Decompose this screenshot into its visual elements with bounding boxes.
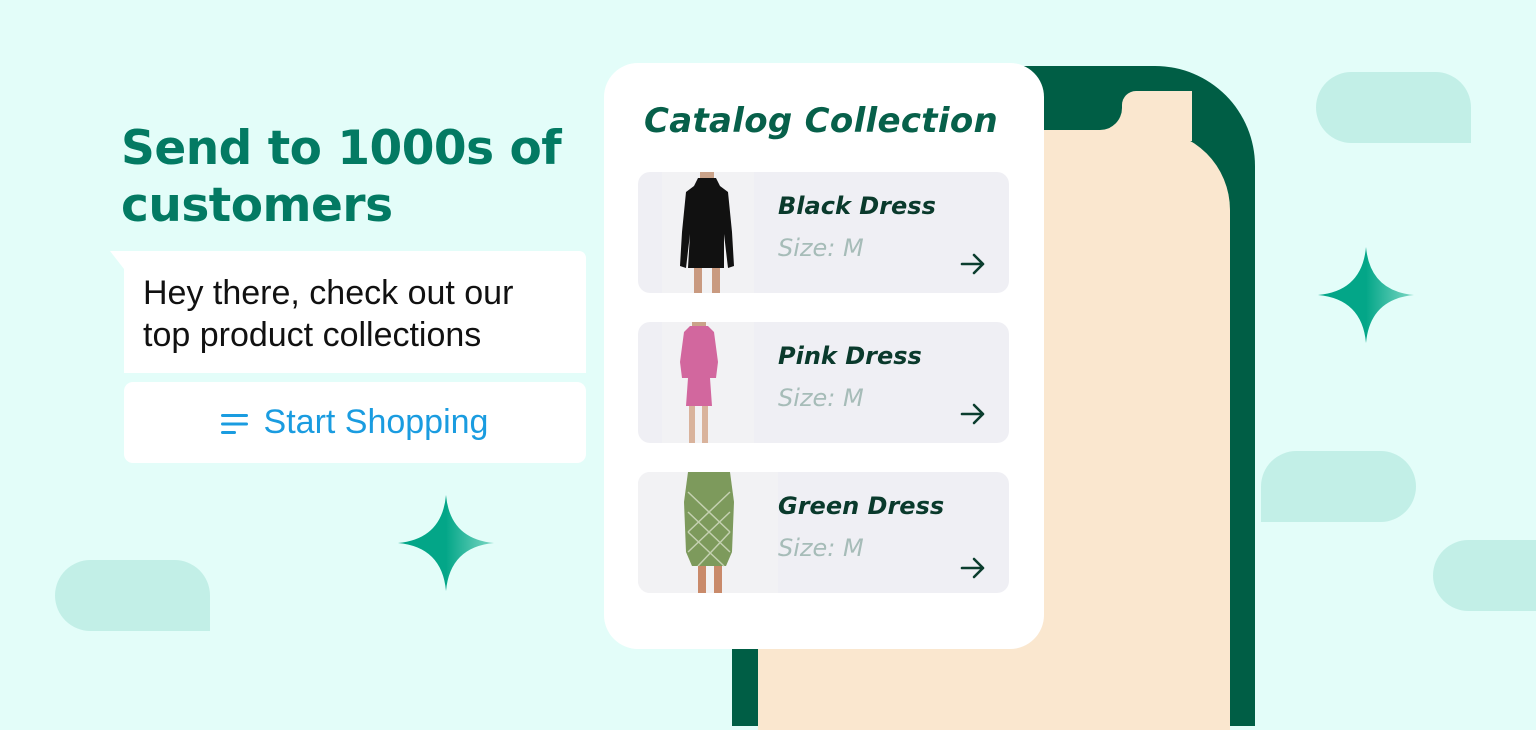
catalog-card: Catalog Collection Black Dress Size: M P xyxy=(604,63,1044,649)
decorative-bubble xyxy=(1433,540,1536,611)
arrow-right-icon[interactable] xyxy=(960,402,986,426)
arrow-right-icon[interactable] xyxy=(960,556,986,580)
decorative-bubble xyxy=(55,560,210,631)
product-size: Size: M xyxy=(778,384,864,412)
message-bubble-tail xyxy=(110,251,124,269)
sparkle-icon xyxy=(1318,247,1414,343)
product-size: Size: M xyxy=(778,534,864,562)
product-item-green-dress[interactable]: Green Dress Size: M xyxy=(638,472,1009,593)
start-shopping-label: Start Shopping xyxy=(263,403,489,441)
decorative-bubble xyxy=(1316,72,1471,143)
arrow-right-icon[interactable] xyxy=(960,252,986,276)
phone-screen-top xyxy=(1122,91,1192,141)
product-item-black-dress[interactable]: Black Dress Size: M xyxy=(638,172,1009,293)
product-image xyxy=(662,322,754,443)
start-shopping-button[interactable]: Start Shopping xyxy=(124,382,586,463)
sparkle-icon xyxy=(398,495,494,591)
headline: Send to 1000s of customers xyxy=(121,121,562,233)
product-item-pink-dress[interactable]: Pink Dress Size: M xyxy=(638,322,1009,443)
product-name: Green Dress xyxy=(778,492,945,520)
product-image xyxy=(638,472,778,593)
message-text-line: top product collections xyxy=(143,316,482,354)
phone-notch xyxy=(1096,100,1122,130)
product-name: Pink Dress xyxy=(778,342,922,370)
product-size: Size: M xyxy=(778,234,864,262)
catalog-title: Catalog Collection xyxy=(644,101,998,141)
message-text-line: Hey there, check out our xyxy=(143,274,514,312)
decorative-bubble xyxy=(1261,451,1416,522)
product-name: Black Dress xyxy=(778,192,936,220)
list-icon xyxy=(220,413,248,434)
message-bubble: Hey there, check out our top product col… xyxy=(124,251,586,373)
product-image xyxy=(662,172,754,293)
